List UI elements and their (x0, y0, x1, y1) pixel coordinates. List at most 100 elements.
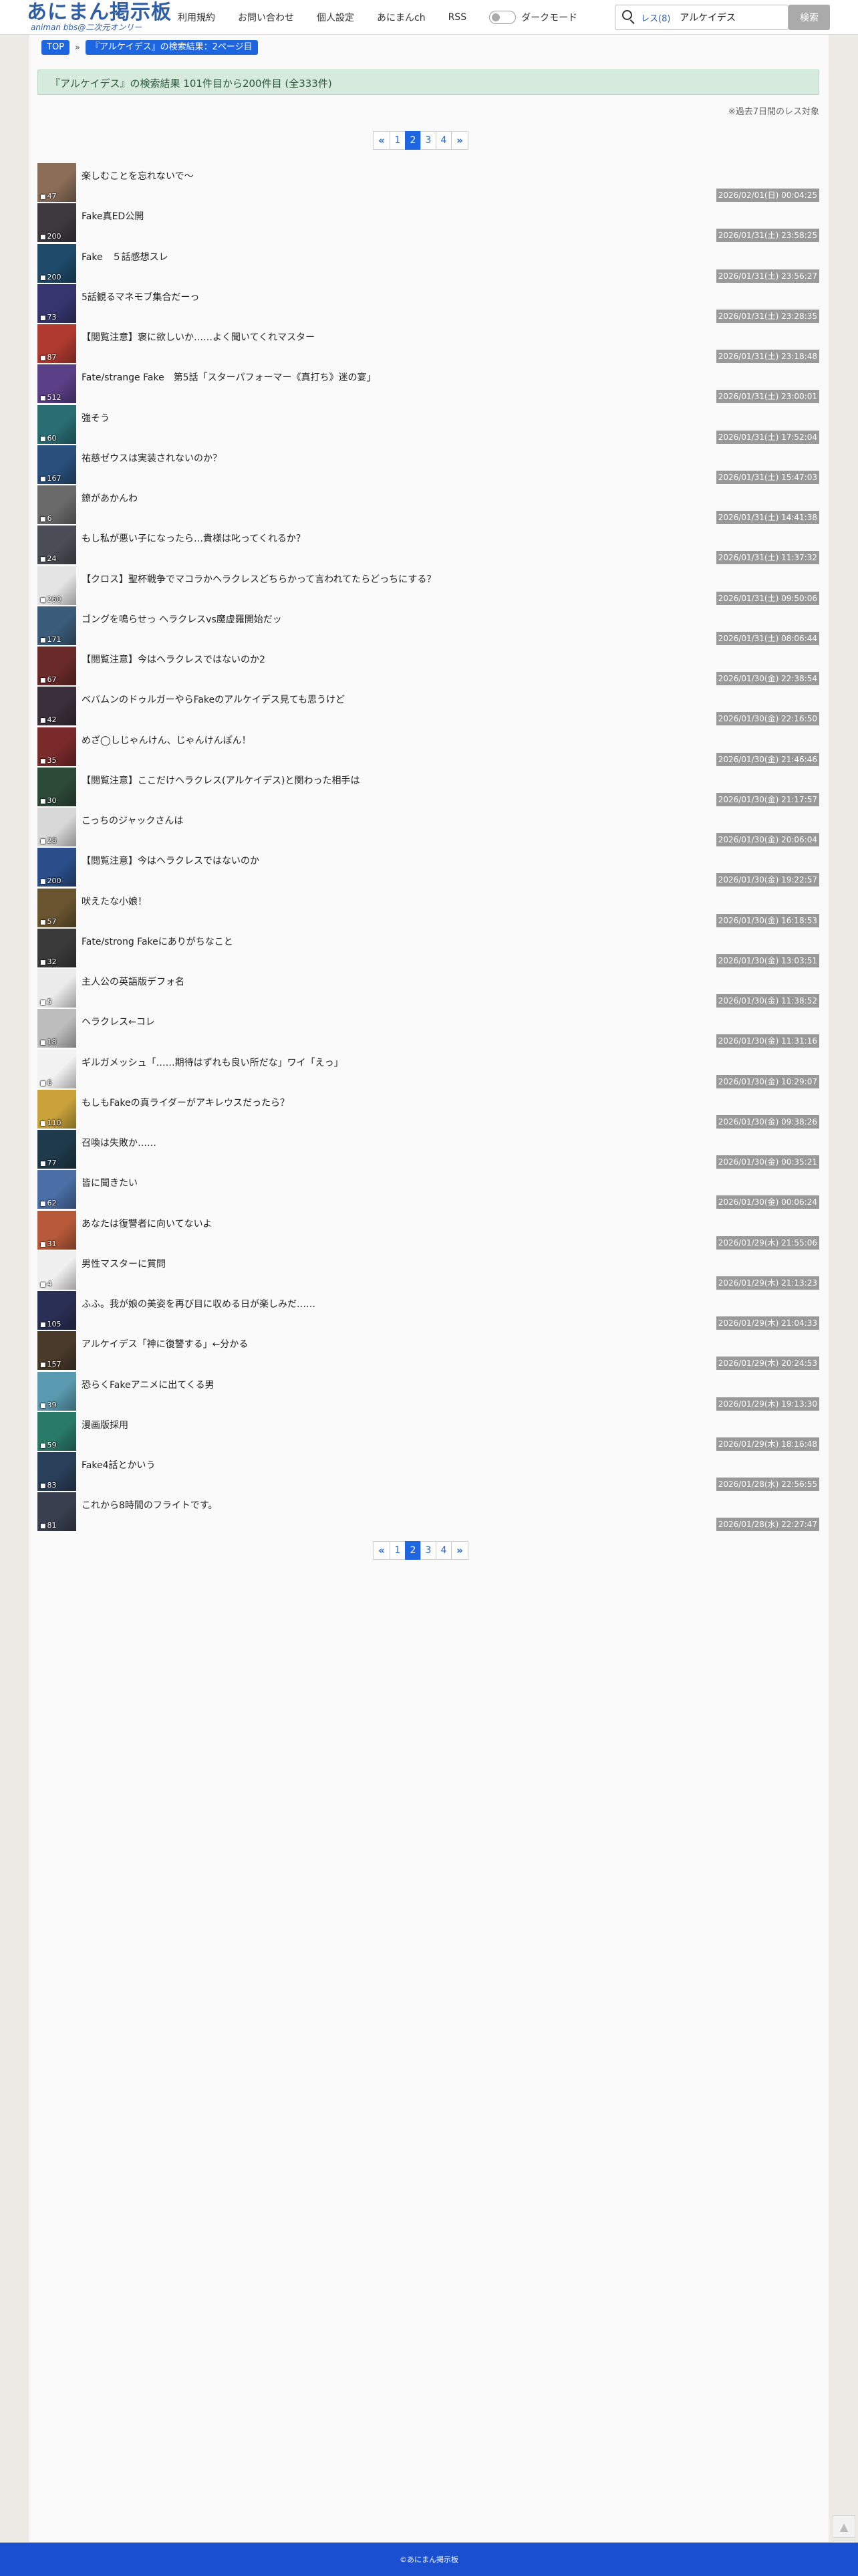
next-page-icon[interactable]: » (451, 131, 468, 150)
thread-title[interactable]: こっちのジャックさんは (82, 814, 183, 827)
thread-thumbnail[interactable]: ■ 200 (37, 243, 76, 283)
nav-rss[interactable]: RSS (448, 12, 467, 23)
thread-title[interactable]: ゴングを鳴らせっ ヘラクレスvs魔虚羅開始だッ (82, 612, 282, 626)
thread-title[interactable]: 祐慈ゼウスは実装されないのか？ (82, 451, 222, 465)
page-link-4[interactable]: 4 (436, 1541, 452, 1560)
thread-title[interactable]: もし私が悪い子になったら…貴様は叱ってくれるか？ (82, 532, 305, 545)
next-page-icon[interactable]: » (451, 1541, 468, 1560)
thread-thumbnail[interactable]: ■ 59 (37, 1411, 76, 1451)
thread-thumbnail[interactable]: ■ 62 (37, 1170, 76, 1209)
thread-thumbnail[interactable]: ■ 157 (37, 1331, 76, 1371)
thread-title[interactable]: 皆に聞きたい (82, 1176, 138, 1189)
thread-thumbnail[interactable]: ■ 30 (37, 767, 76, 806)
thread-row[interactable]: ■ 59 漫画版採用 2026/01/29(木) 18:16:48 (37, 1411, 819, 1452)
thread-row[interactable]: ■ 260 【クロス】聖杯戦争でマコラかヘラクレスどちらかって言われてたらどっちにす… (37, 566, 819, 606)
search-button[interactable]: 検索 (789, 5, 830, 30)
thread-thumbnail[interactable]: ■ 83 (37, 1452, 76, 1491)
nav-settings[interactable]: 個人設定 (317, 11, 354, 24)
thread-row[interactable]: ■ 32 Fate/strong Fakeにありがちなこと 2026/01/30(金)… (37, 928, 819, 969)
thread-row[interactable]: ■ 67 【閲覧注意】今はヘラクレスではないのか2 2026/01/30(金) 22:… (37, 647, 819, 687)
thread-row[interactable]: ■ 5 主人公の英語版デフォ名 2026/01/30(金) 11:38:52 (37, 969, 819, 1009)
thread-row[interactable]: ■ 105 ふふ。我が娘の美姿を再び目に収める日が楽しみだ…… 2026/01/29(… (37, 1291, 819, 1331)
thread-thumbnail[interactable]: ■ 28 (37, 808, 76, 846)
thread-thumbnail[interactable]: ■ 200 (37, 203, 76, 243)
thread-title[interactable]: Fake ５話感想スレ (82, 250, 168, 263)
thread-title[interactable]: アルケイデス「神に復讐する」←分かる (82, 1337, 248, 1351)
page-link-4[interactable]: 4 (436, 131, 452, 150)
thread-thumbnail[interactable]: ■ 39 (37, 1371, 76, 1411)
thread-thumbnail[interactable]: ■ 73 (37, 283, 76, 323)
thread-row[interactable]: ■ 73 5話観るマネモブ集合だーっ 2026/01/31(土) 23:28:35 (37, 283, 819, 324)
thread-title[interactable]: 男性マスターに質問 (82, 1257, 166, 1270)
thread-thumbnail[interactable]: ■ 24 (37, 525, 76, 565)
search-scope-select[interactable]: レス(8) (641, 11, 670, 24)
thread-thumbnail[interactable]: ■ 200 (37, 848, 76, 887)
thread-title[interactable]: 楽しむことを忘れないで〜 (82, 169, 194, 183)
prev-page-icon[interactable]: « (373, 131, 390, 150)
thread-thumbnail[interactable]: ■ 18 (37, 1009, 76, 1048)
thread-thumbnail[interactable]: ■ 4 (37, 1250, 76, 1290)
scroll-top-icon[interactable]: ▲ (833, 2515, 855, 2538)
page-link-1[interactable]: 1 (390, 1541, 406, 1560)
thread-title[interactable]: Fake真ED公開 (82, 209, 144, 223)
dark-mode-toggle[interactable] (489, 11, 517, 24)
thread-title[interactable]: あなたは復讐者に向いてないよ (82, 1217, 212, 1230)
thread-row[interactable]: ■ 39 恐らくFakeアニメに出てくる男 2026/01/29(木) 19:13:3… (37, 1371, 819, 1412)
thread-row[interactable]: ■ 31 あなたは復讐者に向いてないよ 2026/01/29(木) 21:55:06 (37, 1210, 819, 1251)
thread-row[interactable]: ■ 24 もし私が悪い子になったら…貴様は叱ってくれるか？ 2026/01/31(土)… (37, 525, 819, 566)
thread-title[interactable]: 【閲覧注意】褒に欲しいか……よく聞いてくれマスター (82, 330, 315, 344)
thread-thumbnail[interactable]: ■ 512 (37, 364, 76, 404)
site-logo[interactable]: あにまん掲示板 animan bbs@二次元オンリー (27, 1, 171, 33)
thread-row[interactable]: ■ 200 Fake真ED公開 2026/01/31(土) 23:58:25 (37, 203, 819, 243)
page-link-2[interactable]: 2 (405, 1541, 421, 1560)
thread-title[interactable]: ふふ。我が娘の美姿を再び目に収める日が楽しみだ…… (82, 1297, 315, 1310)
thread-thumbnail[interactable]: ■ 67 (37, 647, 76, 685)
thread-row[interactable]: ■ 6 ギルガメッシュ「……期待はずれも良い所だな」ワイ「えっ」 2026/01/30… (37, 1049, 819, 1090)
thread-title[interactable]: 恐らくFakeアニメに出てくる男 (82, 1378, 214, 1391)
thread-title[interactable]: 5話観るマネモブ集合だーっ (82, 290, 199, 304)
thread-row[interactable]: ■ 512 Fate/strange Fake 第5話「スターパフォーマー《真打ち》… (37, 364, 819, 404)
thread-row[interactable]: ■ 35 めざ◯しじゃんけん、じゃんけんぽん！ 2026/01/30(金) 21:46… (37, 727, 819, 768)
thread-title[interactable]: これから8時間のフライトです。 (82, 1498, 218, 1512)
thread-thumbnail[interactable]: ■ 32 (37, 928, 76, 967)
search-input[interactable] (680, 12, 774, 23)
thread-thumbnail[interactable]: ■ 6 (37, 485, 76, 524)
thread-row[interactable]: ■ 110 もしもFakeの真ライダーがアキレウスだったら？ 2026/01/30(金… (37, 1089, 819, 1130)
page-link-3[interactable]: 3 (420, 1541, 436, 1560)
breadcrumb-top[interactable]: TOP (41, 40, 70, 55)
thread-title[interactable]: 主人公の英語版デフォ名 (82, 975, 184, 988)
thread-title[interactable]: 吠えたな小娘！ (82, 895, 147, 908)
thread-row[interactable]: ■ 200 【閲覧注意】今はヘラクレスではないのか 2026/01/30(金) 19:… (37, 848, 819, 888)
thread-title[interactable]: 【閲覧注意】今はヘラクレスではないのか (82, 854, 259, 867)
thread-row[interactable]: ■ 18 ヘラクレス←コレ 2026/01/30(金) 11:31:16 (37, 1009, 819, 1049)
thread-row[interactable]: ■ 81 これから8時間のフライトです。 2026/01/28(水) 22:27:47 (37, 1492, 819, 1532)
thread-title[interactable]: 【閲覧注意】今はヘラクレスではないのか2 (82, 653, 265, 666)
thread-row[interactable]: ■ 60 強そう 2026/01/31(土) 17:52:04 (37, 404, 819, 445)
thread-row[interactable]: ■ 28 こっちのジャックさんは 2026/01/30(金) 20:06:04 (37, 808, 819, 848)
thread-title[interactable]: 召喚は失敗か…… (82, 1136, 156, 1149)
thread-row[interactable]: ■ 157 アルケイデス「神に復讐する」←分かる 2026/01/29(木) 20:2… (37, 1331, 819, 1371)
thread-title[interactable]: 鐐があかんわ (82, 491, 138, 505)
thread-title[interactable]: 【クロス】聖杯戦争でマコラかヘラクレスどちらかって言われてたらどっちにする？ (82, 572, 436, 586)
thread-thumbnail[interactable]: ■ 171 (37, 606, 76, 645)
page-link-3[interactable]: 3 (420, 131, 436, 150)
thread-thumbnail[interactable]: ■ 57 (37, 888, 76, 927)
thread-title[interactable]: ベバムンのドゥルガーやらFakeのアルケイデス見ても思うけど (82, 693, 345, 706)
thread-row[interactable]: ■ 30 【閲覧注意】ここだけヘラクレス(アルケイデス)と関わった相手は 2026/0… (37, 767, 819, 808)
thread-row[interactable]: ■ 4 男性マスターに質問 2026/01/29(木) 21:13:23 (37, 1250, 819, 1291)
thread-title[interactable]: Fate/strange Fake 第5話「スターパフォーマー《真打ち》迷の宴」 (82, 370, 376, 384)
thread-thumbnail[interactable]: ■ 110 (37, 1089, 76, 1129)
thread-title[interactable]: 漫画版採用 (82, 1418, 128, 1431)
thread-thumbnail[interactable]: ■ 31 (37, 1210, 76, 1250)
thread-thumbnail[interactable]: ■ 35 (37, 727, 76, 766)
thread-row[interactable]: ■ 6 鐐があかんわ 2026/01/31(土) 14:41:38 (37, 485, 819, 525)
thread-thumbnail[interactable]: ■ 167 (37, 445, 76, 484)
thread-title[interactable]: Fake4話とかいう (82, 1458, 155, 1472)
thread-thumbnail[interactable]: ■ 87 (37, 324, 76, 363)
thread-thumbnail[interactable]: ■ 47 (37, 163, 76, 202)
thread-thumbnail[interactable]: ■ 5 (37, 969, 76, 1008)
thread-thumbnail[interactable]: ■ 77 (37, 1130, 76, 1169)
thread-row[interactable]: ■ 171 ゴングを鳴らせっ ヘラクレスvs魔虚羅開始だッ 2026/01/31(土)… (37, 606, 819, 647)
thread-title[interactable]: 強そう (82, 411, 110, 425)
thread-title[interactable]: Fate/strong Fakeにありがちなこと (82, 935, 233, 948)
